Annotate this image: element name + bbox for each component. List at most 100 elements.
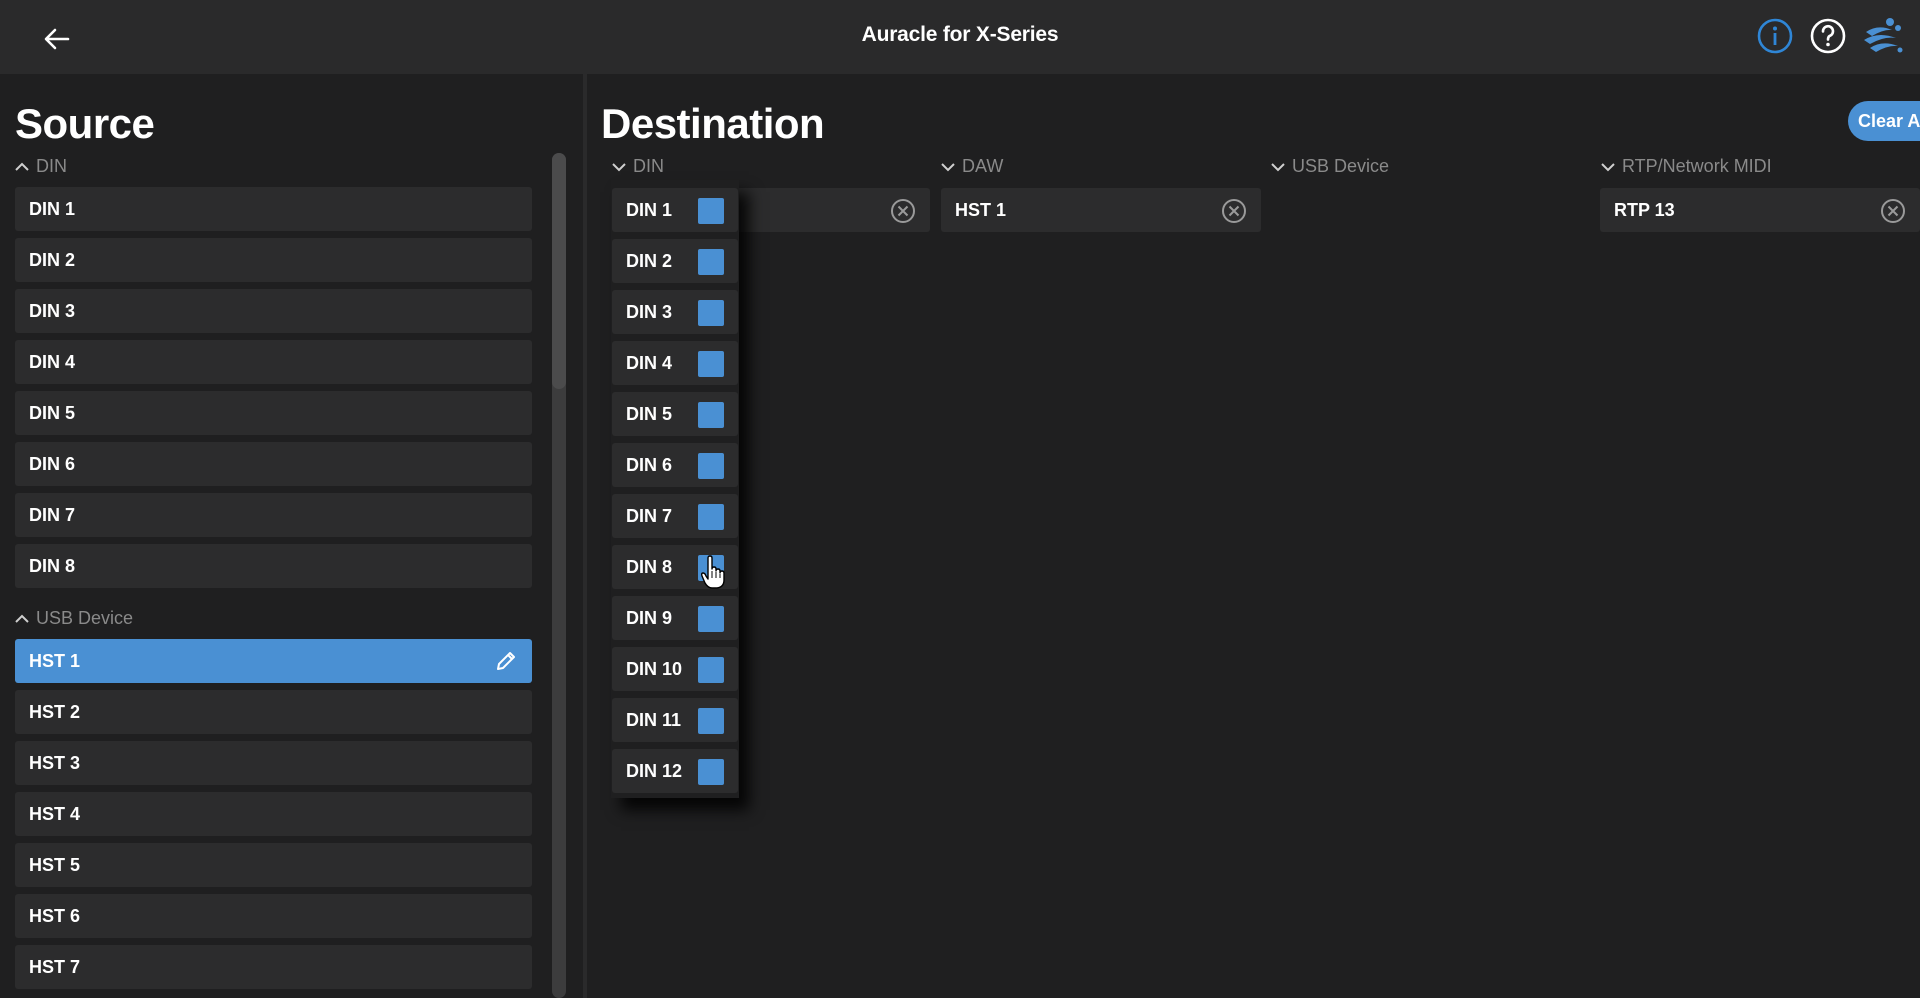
dest-column-label: DIN (633, 156, 664, 176)
checkbox[interactable] (698, 300, 724, 326)
item-label: HST 1 (955, 199, 1007, 220)
dropdown-item-din-9[interactable]: DIN 9 (612, 596, 738, 640)
item-label: DIN 11 (626, 709, 682, 730)
item-label: HST 1 (29, 650, 81, 671)
item-label: RTP 13 (1614, 199, 1675, 220)
item-label: DIN 8 (29, 555, 76, 576)
item-label: HST 5 (29, 854, 81, 875)
source-item-hst-6[interactable]: HST 6 (15, 894, 532, 938)
info-icon[interactable] (1755, 16, 1795, 56)
source-item-din-3[interactable]: DIN 3 (15, 289, 532, 333)
item-label: DIN 7 (29, 504, 76, 525)
source-group-label: USB Device (36, 608, 134, 628)
chevron-up-icon (15, 614, 29, 623)
item-label: HST 3 (29, 752, 81, 773)
checkbox[interactable] (698, 198, 724, 224)
panel-divider (583, 74, 587, 998)
checkbox[interactable] (698, 606, 724, 632)
item-label: DIN 6 (29, 453, 76, 474)
item-label: HST 6 (29, 905, 81, 926)
dest-column-daw-toggle[interactable]: DAW (940, 156, 1003, 177)
source-item-din-8[interactable]: DIN 8 (15, 544, 532, 588)
source-item-hst-1[interactable]: HST 1 (15, 639, 532, 683)
source-group-din-toggle[interactable]: DIN (14, 156, 67, 177)
item-label: DIN 9 (626, 607, 673, 628)
item-label: HST 2 (29, 701, 81, 722)
source-group-label: DIN (36, 156, 67, 176)
chevron-up-icon (15, 162, 29, 171)
dropdown-item-din-6[interactable]: DIN 6 (612, 443, 738, 487)
top-bar: Auracle for X-Series (0, 0, 1920, 74)
dest-column-label: DAW (962, 156, 1004, 176)
scrollbar-thumb[interactable] (552, 153, 566, 389)
dest-rtp-item-rtp-13[interactable]: RTP 13 (1600, 188, 1920, 232)
source-panel: Source DIN DIN 1 DIN 2 DIN 3 DIN 4 DIN 5… (0, 74, 583, 998)
item-label: DIN 1 (29, 198, 76, 219)
checkbox[interactable] (698, 402, 724, 428)
item-label: DIN 5 (626, 403, 673, 424)
chevron-down-icon (941, 162, 955, 171)
source-scrollbar[interactable] (552, 153, 566, 998)
checkbox[interactable] (698, 555, 724, 581)
dest-daw-item-hst-1[interactable]: HST 1 (941, 188, 1261, 232)
dropdown-item-din-4[interactable]: DIN 4 (612, 341, 738, 385)
source-item-din-1[interactable]: DIN 1 (15, 187, 532, 231)
source-item-hst-7[interactable]: HST 7 (15, 945, 532, 989)
checkbox[interactable] (698, 453, 724, 479)
dropdown-item-din-8[interactable]: DIN 8 (612, 545, 738, 589)
app-title: Auracle for X-Series (861, 23, 1059, 46)
source-item-din-5[interactable]: DIN 5 (15, 391, 532, 435)
dest-column-rtp-toggle[interactable]: RTP/Network MIDI (1600, 156, 1772, 177)
remove-circle-x-icon[interactable] (890, 198, 916, 224)
source-item-hst-5[interactable]: HST 5 (15, 843, 532, 887)
item-label: DIN 6 (626, 454, 673, 475)
pencil-icon[interactable] (494, 649, 518, 673)
source-item-din-4[interactable]: DIN 4 (15, 340, 532, 384)
dropdown-item-din-11[interactable]: DIN 11 (612, 698, 738, 742)
dropdown-item-din-1[interactable]: DIN 1 (612, 188, 738, 232)
remove-circle-x-icon[interactable] (1221, 198, 1247, 224)
dropdown-item-din-10[interactable]: DIN 10 (612, 647, 738, 691)
help-icon[interactable] (1808, 16, 1848, 56)
item-label: DIN 4 (29, 351, 76, 372)
item-label: DIN 12 (626, 760, 683, 781)
source-group-usb-toggle[interactable]: USB Device (14, 608, 133, 629)
source-item-hst-4[interactable]: HST 4 (15, 792, 532, 836)
checkbox[interactable] (698, 504, 724, 530)
item-label: DIN 4 (626, 352, 673, 373)
item-label: DIN 5 (29, 402, 76, 423)
item-label: DIN 2 (29, 249, 76, 270)
dest-column-usb-toggle[interactable]: USB Device (1270, 156, 1389, 177)
dest-column-label: USB Device (1292, 156, 1390, 176)
clear-all-button[interactable]: Clear All (1848, 101, 1920, 141)
source-title: Source (15, 100, 155, 147)
item-label: DIN 10 (626, 658, 683, 679)
source-item-hst-3[interactable]: HST 3 (15, 741, 532, 785)
destination-title: Destination (601, 100, 825, 147)
checkbox[interactable] (698, 708, 724, 734)
checkbox[interactable] (698, 351, 724, 377)
item-label: DIN 3 (626, 301, 673, 322)
checkbox[interactable] (698, 759, 724, 785)
chevron-down-icon (612, 162, 626, 171)
source-item-din-6[interactable]: DIN 6 (15, 442, 532, 486)
item-label: HST 4 (29, 803, 81, 824)
item-label: DIN 7 (626, 505, 673, 526)
chevron-down-icon (1271, 162, 1285, 171)
source-item-din-2[interactable]: DIN 2 (15, 238, 532, 282)
remove-circle-x-icon[interactable] (1880, 198, 1906, 224)
brand-logo-icon[interactable] (1860, 14, 1904, 58)
item-label: DIN 2 (626, 250, 673, 271)
item-label: DIN 1 (626, 199, 673, 220)
source-item-din-7[interactable]: DIN 7 (15, 493, 532, 537)
dropdown-item-din-5[interactable]: DIN 5 (612, 392, 738, 436)
dropdown-item-din-7[interactable]: DIN 7 (612, 494, 738, 538)
checkbox[interactable] (698, 249, 724, 275)
source-item-hst-2[interactable]: HST 2 (15, 690, 532, 734)
dest-column-din-toggle[interactable]: DIN (611, 156, 664, 177)
dropdown-item-din-2[interactable]: DIN 2 (612, 239, 738, 283)
dropdown-item-din-3[interactable]: DIN 3 (612, 290, 738, 334)
item-label: DIN 3 (29, 300, 76, 321)
checkbox[interactable] (698, 657, 724, 683)
dropdown-item-din-12[interactable]: DIN 12 (612, 749, 738, 793)
